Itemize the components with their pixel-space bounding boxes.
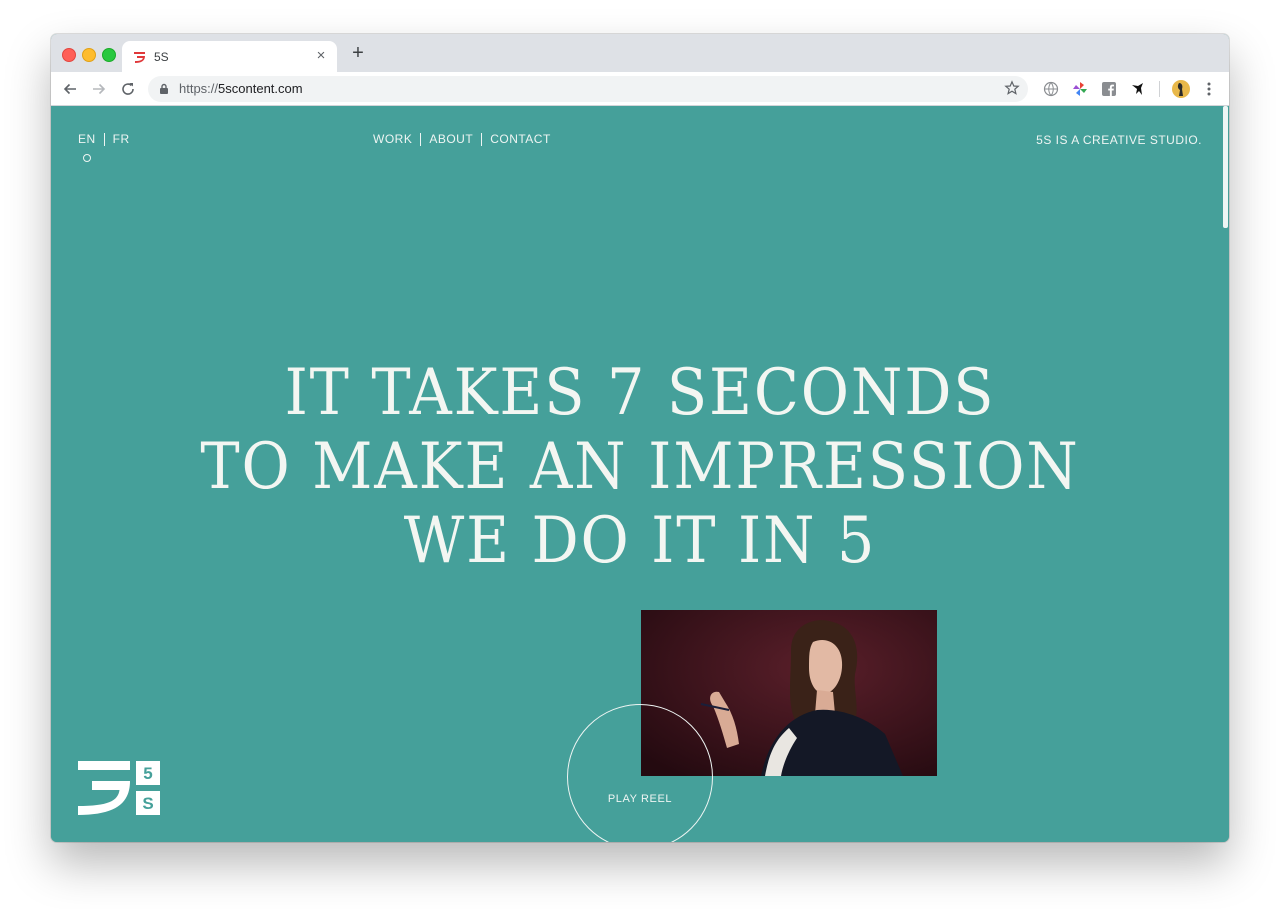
browser-window: 5S × + https://5scontent.com EN FR WORK … <box>51 34 1229 842</box>
5s-logo-icon <box>134 52 145 63</box>
back-icon[interactable] <box>59 78 81 100</box>
facebook-icon[interactable] <box>1098 78 1120 100</box>
address-bar[interactable]: https://5scontent.com <box>148 76 1028 102</box>
browser-toolbar: https://5scontent.com <box>51 72 1229 106</box>
language-en-link[interactable]: EN <box>78 132 96 146</box>
language-fr-link[interactable]: FR <box>113 132 130 146</box>
toolbar-separator <box>1159 81 1160 97</box>
maximize-window-button[interactable] <box>102 48 116 62</box>
tab-close-icon[interactable]: × <box>313 47 329 65</box>
globe-icon[interactable] <box>1040 78 1062 100</box>
forward-icon[interactable] <box>88 78 110 100</box>
logo-top-glyph: 5 <box>143 764 152 783</box>
url-scheme: https:// <box>179 81 219 96</box>
nav-divider <box>420 132 422 146</box>
nav-divider <box>481 132 483 146</box>
bird-icon[interactable] <box>1127 78 1149 100</box>
close-window-button[interactable] <box>62 48 76 62</box>
nav-work-link[interactable]: WORK <box>373 132 412 146</box>
nav-contact-link[interactable]: CONTACT <box>490 132 551 146</box>
browser-tab[interactable]: 5S × <box>122 41 337 72</box>
url-text: https://5scontent.com <box>179 81 303 96</box>
tab-title: 5S <box>154 50 169 64</box>
profile-avatar[interactable] <box>1170 78 1192 100</box>
reload-icon[interactable] <box>117 78 139 100</box>
url-host: 5scontent.com <box>218 81 303 96</box>
hero-line-3: WE DO IT IN 5 <box>403 504 877 578</box>
minimize-window-button[interactable] <box>82 48 96 62</box>
language-switcher: EN FR <box>78 132 130 146</box>
main-nav: WORK ABOUT CONTACT <box>373 132 551 146</box>
new-tab-button[interactable]: + <box>348 43 368 63</box>
nav-about-link[interactable]: ABOUT <box>429 132 473 146</box>
5s-logo[interactable]: 5 S <box>78 761 160 815</box>
page-scrollbar[interactable] <box>1223 106 1228 228</box>
hero-line-2: TO MAKE AN IMPRESSION <box>200 430 1080 504</box>
play-reel-label: PLAY REEL <box>607 793 673 805</box>
nav-divider <box>103 132 105 146</box>
studio-tagline: 5S IS A CREATIVE STUDIO. <box>1036 133 1202 147</box>
pinwheel-icon[interactable] <box>1069 78 1091 100</box>
tab-strip: 5S × + <box>51 34 1229 72</box>
hero-headline: IT TAKES 7 SECONDS TO MAKE AN IMPRESSION… <box>98 356 1182 578</box>
play-reel-button[interactable]: PLAY REEL <box>567 704 713 842</box>
lock-icon <box>160 83 168 94</box>
hero-line-1: IT TAKES 7 SECONDS <box>284 356 996 430</box>
bookmark-star-icon[interactable] <box>1004 80 1020 96</box>
web-page: EN FR WORK ABOUT CONTACT 5S IS A CREATIV… <box>51 106 1229 842</box>
logo-bottom-glyph: S <box>142 794 153 813</box>
language-indicator-dot <box>83 154 91 162</box>
more-menu-icon[interactable] <box>1198 78 1220 100</box>
